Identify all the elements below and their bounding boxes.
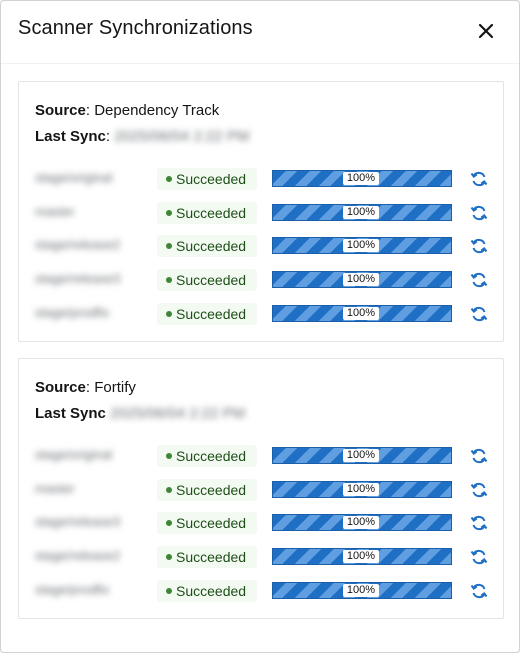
progress-bar: 100% bbox=[272, 305, 452, 322]
sync-row: stage/original Succeeded 100% bbox=[19, 443, 503, 469]
branch-name: stage/prodfix bbox=[35, 582, 110, 597]
scanner-sync-modal: Scanner Synchronizations Source: Depende… bbox=[0, 0, 520, 653]
progress-percent: 100% bbox=[343, 584, 379, 597]
sync-icon[interactable] bbox=[469, 513, 489, 533]
progress-percent: 100% bbox=[343, 449, 379, 462]
branch-name: stage/original bbox=[35, 170, 113, 185]
source-label: Source bbox=[35, 102, 86, 119]
sync-icon[interactable] bbox=[469, 446, 489, 466]
sync-icon[interactable] bbox=[469, 480, 489, 500]
source-label: Source bbox=[35, 379, 86, 396]
sync-row: master Succeeded 100% bbox=[19, 200, 503, 226]
sync-row: stage/release3 Succeeded 100% bbox=[19, 510, 503, 536]
status-dot bbox=[166, 520, 172, 526]
branch-name: stage/release3 bbox=[35, 271, 121, 286]
modal-header: Scanner Synchronizations bbox=[1, 1, 519, 64]
sync-row: stage/release2 Succeeded 100% bbox=[19, 544, 503, 570]
source-value: Dependency Track bbox=[94, 102, 220, 119]
status-dot bbox=[166, 210, 172, 216]
progress-percent: 100% bbox=[343, 516, 379, 529]
branch-name: stage/release3 bbox=[35, 514, 121, 529]
modal-title: Scanner Synchronizations bbox=[18, 17, 253, 39]
status-text: Succeeded bbox=[176, 205, 247, 221]
status-badge: Succeeded bbox=[157, 580, 257, 602]
status-badge: Succeeded bbox=[157, 303, 257, 325]
branch-name: master bbox=[35, 481, 75, 496]
sync-icon[interactable] bbox=[469, 203, 489, 223]
sync-icon[interactable] bbox=[469, 270, 489, 290]
status-dot bbox=[166, 277, 172, 283]
sync-icon[interactable] bbox=[469, 169, 489, 189]
progress-bar: 100% bbox=[272, 481, 452, 498]
progress-percent: 100% bbox=[343, 483, 379, 496]
status-text: Succeeded bbox=[176, 272, 247, 288]
status-badge: Succeeded bbox=[157, 235, 257, 257]
source-value: Fortify bbox=[94, 379, 136, 396]
sync-row: master Succeeded 100% bbox=[19, 477, 503, 503]
last-sync-value: 2025/06/04 2:22 PM bbox=[110, 405, 246, 422]
sync-icon[interactable] bbox=[469, 236, 489, 256]
progress-percent: 100% bbox=[343, 307, 379, 320]
status-dot bbox=[166, 453, 172, 459]
status-badge: Succeeded bbox=[157, 512, 257, 534]
status-text: Succeeded bbox=[176, 583, 247, 599]
last-sync-label: Last Sync bbox=[35, 405, 106, 422]
source-card: Source: Fortify Last Sync 2025/06/04 2:2… bbox=[18, 358, 504, 619]
source-line: Source: Fortify bbox=[35, 379, 136, 396]
branch-name: stage/prodfix bbox=[35, 305, 110, 320]
close-button[interactable] bbox=[475, 20, 497, 42]
last-sync-value: 2025/06/04 2:22 PM bbox=[114, 128, 250, 145]
status-text: Succeeded bbox=[176, 549, 247, 565]
branch-name: master bbox=[35, 204, 75, 219]
sync-row: stage/prodfix Succeeded 100% bbox=[19, 301, 503, 327]
close-icon bbox=[478, 23, 494, 39]
progress-bar: 100% bbox=[272, 204, 452, 221]
status-text: Succeeded bbox=[176, 515, 247, 531]
status-badge: Succeeded bbox=[157, 546, 257, 568]
progress-bar: 100% bbox=[272, 271, 452, 288]
last-sync-line: Last Sync 2025/06/04 2:22 PM bbox=[35, 405, 245, 422]
status-badge: Succeeded bbox=[157, 269, 257, 291]
branch-name: stage/release2 bbox=[35, 548, 121, 563]
progress-bar: 100% bbox=[272, 447, 452, 464]
progress-percent: 100% bbox=[343, 273, 379, 286]
progress-bar: 100% bbox=[272, 170, 452, 187]
status-badge: Succeeded bbox=[157, 202, 257, 224]
sync-icon[interactable] bbox=[469, 304, 489, 324]
sync-row: stage/original Succeeded 100% bbox=[19, 166, 503, 192]
status-text: Succeeded bbox=[176, 448, 247, 464]
progress-percent: 100% bbox=[343, 172, 379, 185]
progress-bar: 100% bbox=[272, 514, 452, 531]
sync-row: stage/release3 Succeeded 100% bbox=[19, 267, 503, 293]
sync-icon[interactable] bbox=[469, 581, 489, 601]
status-text: Succeeded bbox=[176, 482, 247, 498]
progress-bar: 100% bbox=[272, 237, 452, 254]
sync-row: stage/release2 Succeeded 100% bbox=[19, 233, 503, 259]
status-badge: Succeeded bbox=[157, 445, 257, 467]
status-dot bbox=[166, 311, 172, 317]
sync-row: stage/prodfix Succeeded 100% bbox=[19, 578, 503, 604]
status-dot bbox=[166, 243, 172, 249]
last-sync-line: Last Sync: 2025/06/04 2:22 PM bbox=[35, 128, 250, 145]
source-line: Source: Dependency Track bbox=[35, 102, 220, 119]
status-text: Succeeded bbox=[176, 171, 247, 187]
status-dot bbox=[166, 176, 172, 182]
status-dot bbox=[166, 588, 172, 594]
status-dot bbox=[166, 554, 172, 560]
status-badge: Succeeded bbox=[157, 168, 257, 190]
progress-percent: 100% bbox=[343, 239, 379, 252]
sync-icon[interactable] bbox=[469, 547, 489, 567]
source-card: Source: Dependency Track Last Sync: 2025… bbox=[18, 81, 504, 342]
branch-name: stage/release2 bbox=[35, 237, 121, 252]
branch-name: stage/original bbox=[35, 447, 113, 462]
status-text: Succeeded bbox=[176, 238, 247, 254]
status-badge: Succeeded bbox=[157, 479, 257, 501]
progress-bar: 100% bbox=[272, 582, 452, 599]
progress-bar: 100% bbox=[272, 548, 452, 565]
progress-percent: 100% bbox=[343, 206, 379, 219]
last-sync-label: Last Sync bbox=[35, 128, 106, 145]
status-text: Succeeded bbox=[176, 306, 247, 322]
status-dot bbox=[166, 487, 172, 493]
progress-percent: 100% bbox=[343, 550, 379, 563]
